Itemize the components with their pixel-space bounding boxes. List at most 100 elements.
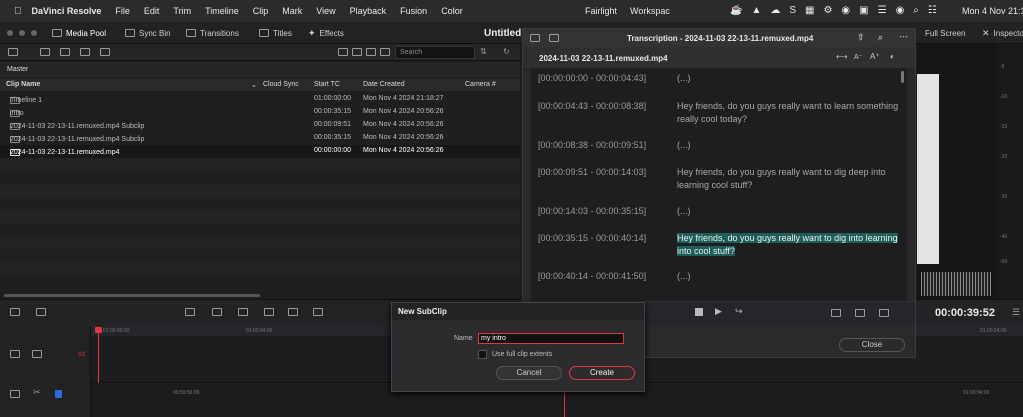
stop-icon[interactable] — [695, 308, 703, 316]
sort-icon[interactable]: ⇅ — [480, 47, 487, 56]
menu-fusion[interactable]: Fusion — [400, 6, 427, 16]
ruler-label: 01:00:00:00 — [103, 328, 130, 334]
tab-media-pool[interactable]: Media Pool — [52, 26, 106, 40]
append-icon[interactable] — [855, 309, 865, 317]
full-screen-button[interactable]: Full Screen — [925, 26, 965, 40]
segment-timecode: [00:00:14:03 - 00:00:35:15] — [538, 206, 647, 216]
font-smaller-icon[interactable]: A⁻ — [854, 53, 862, 61]
insert-icon[interactable] — [831, 309, 841, 317]
table-row[interactable]: 2024-11-03 22-13-11.remuxed.mp4 00:00:00… — [0, 145, 520, 158]
track-icon[interactable] — [32, 350, 42, 358]
new-bin-icon[interactable] — [40, 48, 50, 56]
snap-icon[interactable] — [36, 308, 46, 316]
menu-color[interactable]: Color — [441, 6, 463, 16]
fit-icon[interactable] — [264, 308, 274, 316]
play-loop-icon[interactable]: ↪ — [735, 306, 743, 317]
overwrite-icon[interactable] — [212, 308, 222, 316]
track-icon[interactable] — [10, 350, 20, 358]
menu-playback[interactable]: Playback — [350, 6, 387, 16]
close-button[interactable]: Close — [839, 338, 905, 352]
grid-view-icon[interactable] — [352, 48, 362, 56]
cancel-button[interactable]: Cancel — [496, 366, 562, 380]
search-icon[interactable]: ⌕ — [878, 32, 883, 43]
insert-icon[interactable] — [185, 308, 195, 316]
place-on-top-icon[interactable] — [313, 308, 323, 316]
replace-icon[interactable] — [238, 308, 248, 316]
apple-icon[interactable]:  — [14, 6, 22, 17]
source-playhead[interactable] — [564, 388, 565, 417]
menu-view[interactable]: View — [316, 6, 335, 16]
play-icon[interactable]: ▶ — [715, 306, 722, 317]
playhead[interactable] — [98, 328, 99, 383]
window-icon[interactable] — [530, 34, 540, 42]
more-icon[interactable]: ⋯ — [899, 31, 908, 42]
font-larger-icon[interactable]: A⁺ — [870, 52, 880, 61]
place-on-top-icon[interactable] — [879, 309, 889, 317]
menu-workspace[interactable]: Workspac — [630, 6, 670, 16]
dialog-title: New SubClip — [392, 303, 644, 320]
subclip-name-input[interactable]: my intro — [478, 333, 624, 344]
dot-icon[interactable] — [31, 30, 37, 36]
sidebar-icon[interactable] — [549, 34, 559, 42]
horizontal-scrollbar[interactable] — [4, 294, 260, 297]
inspector-icon: ✕ — [982, 27, 990, 38]
search-input[interactable]: Search — [395, 46, 475, 59]
full-extents-checkbox[interactable] — [478, 350, 487, 359]
create-button[interactable]: Create — [569, 366, 635, 380]
col-date-created[interactable]: Date Created — [363, 81, 405, 88]
dot-icon[interactable] — [7, 30, 13, 36]
empty-row — [0, 210, 520, 223]
tab-inspector[interactable]: ✕ Inspecto — [982, 26, 1023, 40]
table-row[interactable]: 2024-11-03 22-13-11.remuxed.mp4 Subclip … — [0, 132, 520, 145]
menu-timeline[interactable]: Timeline — [205, 6, 239, 16]
col-clip-name[interactable]: Clip Name — [6, 81, 40, 88]
tab-effects[interactable]: ✦ Effects — [308, 26, 344, 40]
transcription-file-name: 2024-11-03 22-13-11.remuxed.mp4 — [539, 54, 668, 63]
vertical-scrollbar[interactable] — [901, 71, 904, 83]
col-cloud-sync[interactable]: Cloud Sync — [263, 81, 299, 88]
col-start-tc[interactable]: Start TC — [314, 81, 340, 88]
project-title: Untitled — [484, 27, 522, 39]
meter-label: -5 — [1000, 64, 1005, 70]
menu-file[interactable]: File — [115, 6, 130, 16]
table-row[interactable]: intro 00:00:35:15 Mon Nov 4 2024 20:56:2… — [0, 106, 520, 119]
expand-icon[interactable]: ⟷ — [836, 52, 847, 61]
menu-trim[interactable]: Trim — [173, 6, 191, 16]
share-icon[interactable]: ⇧ — [857, 32, 865, 43]
menu-edit[interactable]: Edit — [144, 6, 160, 16]
bin-label[interactable]: Master — [0, 62, 520, 78]
list-view-icon[interactable] — [8, 48, 18, 56]
tab-transitions[interactable]: Transitions — [186, 26, 239, 40]
menu-icon[interactable]: ☰ — [1012, 307, 1020, 318]
settings-icon[interactable] — [100, 48, 110, 56]
contrast-icon[interactable]: ◐ — [890, 52, 895, 61]
meter-label: -15 — [1000, 124, 1008, 130]
tab-sync-bin[interactable]: Sync Bin — [125, 26, 171, 40]
list-view-icon[interactable] — [366, 48, 376, 56]
menu-fairlight[interactable]: Fairlight — [585, 6, 617, 16]
razor-icon[interactable]: ✂ — [33, 387, 41, 398]
ruler-label: 00:59:56:00 — [173, 390, 200, 396]
col-camera[interactable]: Camera # — [465, 81, 496, 88]
track-icon[interactable] — [10, 390, 20, 398]
app-menu[interactable]: DaVinci Resolve — [32, 6, 102, 16]
menu-clip[interactable]: Clip — [253, 6, 269, 16]
link-icon[interactable] — [80, 48, 90, 56]
table-row[interactable]: 2024-11-03 22-13-11.remuxed.mp4 Subclip … — [0, 119, 520, 132]
table-row[interactable]: Timeline 1 01:00:00:00 Mon Nov 4 2024 21… — [0, 93, 520, 106]
transcription-titlebar: Transcription - 2024-11-03 22-13-11.remu… — [523, 29, 915, 47]
playhead-handle[interactable] — [95, 327, 102, 333]
dot-icon[interactable] — [19, 30, 25, 36]
chevron-down-icon[interactable]: ⌄ — [251, 81, 257, 89]
import-icon[interactable] — [60, 48, 70, 56]
thumbnail-view-icon[interactable] — [338, 48, 348, 56]
menu-mark[interactable]: Mark — [282, 6, 302, 16]
metadata-view-icon[interactable] — [380, 48, 390, 56]
append-icon[interactable] — [288, 308, 298, 316]
flag-icon[interactable] — [55, 390, 62, 398]
tab-titles[interactable]: Titles — [259, 26, 292, 40]
link-icon[interactable] — [10, 308, 20, 316]
clock: Mon 4 Nov 21:1 — [962, 6, 1023, 16]
meter-label: -30 — [1000, 194, 1008, 200]
refresh-icon[interactable]: ↻ — [503, 47, 510, 56]
